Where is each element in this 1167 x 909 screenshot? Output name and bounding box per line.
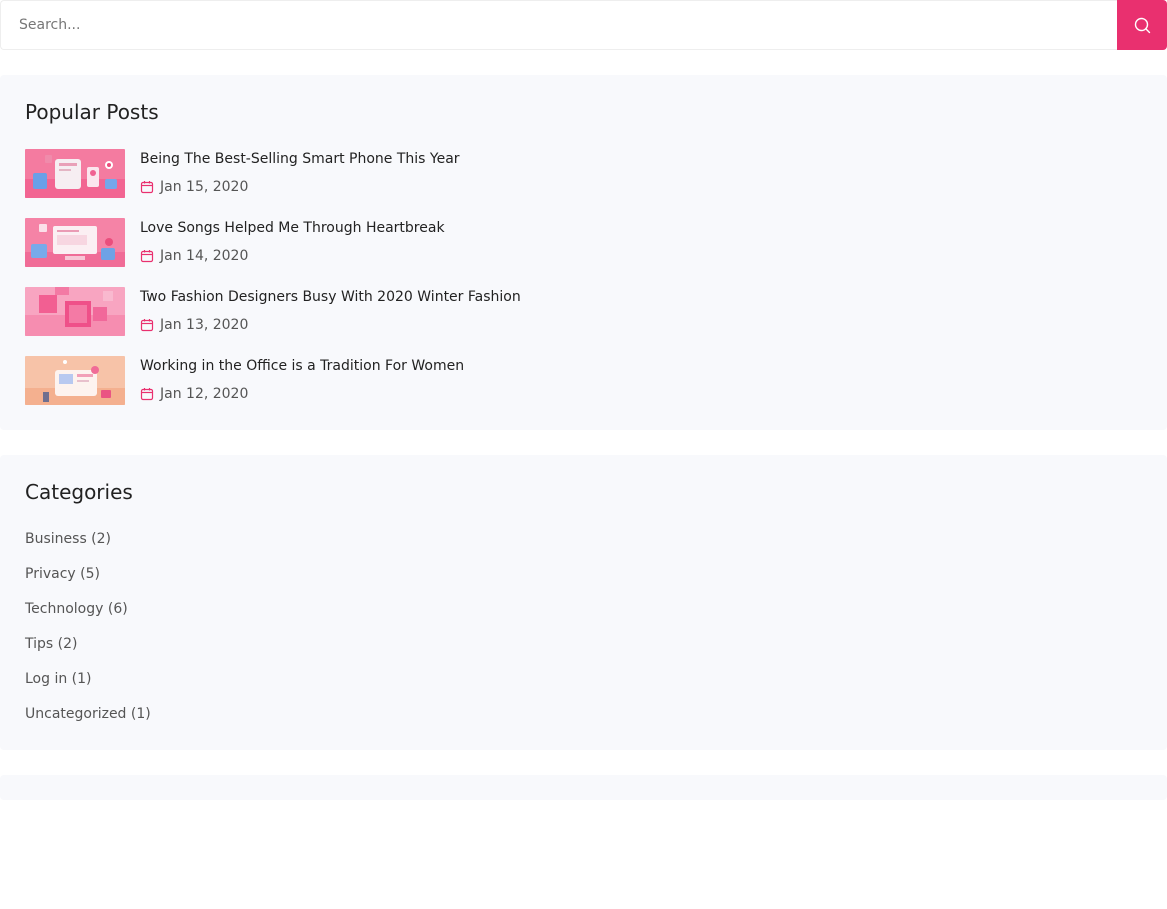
- calendar-icon: [140, 388, 154, 401]
- category-link-uncategorized[interactable]: Uncategorized (1): [25, 706, 151, 722]
- calendar-icon: [140, 181, 154, 194]
- category-link-tips[interactable]: Tips (2): [25, 636, 77, 652]
- post-date: Jan 14, 2020: [160, 248, 249, 264]
- post-title[interactable]: Love Songs Helped Me Through Heartbreak: [140, 220, 445, 236]
- post-title[interactable]: Working in the Office is a Tradition For…: [140, 358, 464, 374]
- categories-widget: Categories Business (2) Privacy (5) Tech…: [0, 455, 1167, 750]
- post-item: Two Fashion Designers Busy With 2020 Win…: [25, 287, 1125, 336]
- post-date: Jan 15, 2020: [160, 179, 249, 195]
- popular-posts-widget: Popular Posts Being The Best-Selling Sma…: [0, 75, 1167, 430]
- calendar-icon: [140, 319, 154, 332]
- post-thumbnail[interactable]: [25, 356, 125, 405]
- category-link-privacy[interactable]: Privacy (5): [25, 566, 100, 582]
- search-bar: [0, 0, 1167, 50]
- post-thumbnail[interactable]: [25, 287, 125, 336]
- post-item: Love Songs Helped Me Through Heartbreak …: [25, 218, 1125, 267]
- post-title[interactable]: Two Fashion Designers Busy With 2020 Win…: [140, 289, 521, 305]
- post-thumbnail[interactable]: [25, 218, 125, 267]
- popular-posts-title: Popular Posts: [25, 100, 159, 124]
- category-link-business[interactable]: Business (2): [25, 531, 111, 547]
- category-link-log-in[interactable]: Log in (1): [25, 671, 92, 687]
- empty-widget: [0, 775, 1167, 800]
- search-icon: [1134, 17, 1150, 33]
- category-link-technology[interactable]: Technology (6): [25, 601, 128, 617]
- post-item: Working in the Office is a Tradition For…: [25, 356, 1125, 405]
- post-thumbnail[interactable]: [25, 149, 125, 198]
- post-title[interactable]: Being The Best-Selling Smart Phone This …: [140, 151, 460, 167]
- calendar-icon: [140, 250, 154, 263]
- search-button[interactable]: [1117, 0, 1167, 50]
- post-date: Jan 13, 2020: [160, 317, 249, 333]
- categories-title: Categories: [25, 480, 133, 504]
- post-item: Being The Best-Selling Smart Phone This …: [25, 149, 1125, 198]
- post-date: Jan 12, 2020: [160, 386, 249, 402]
- search-input[interactable]: [0, 0, 1117, 50]
